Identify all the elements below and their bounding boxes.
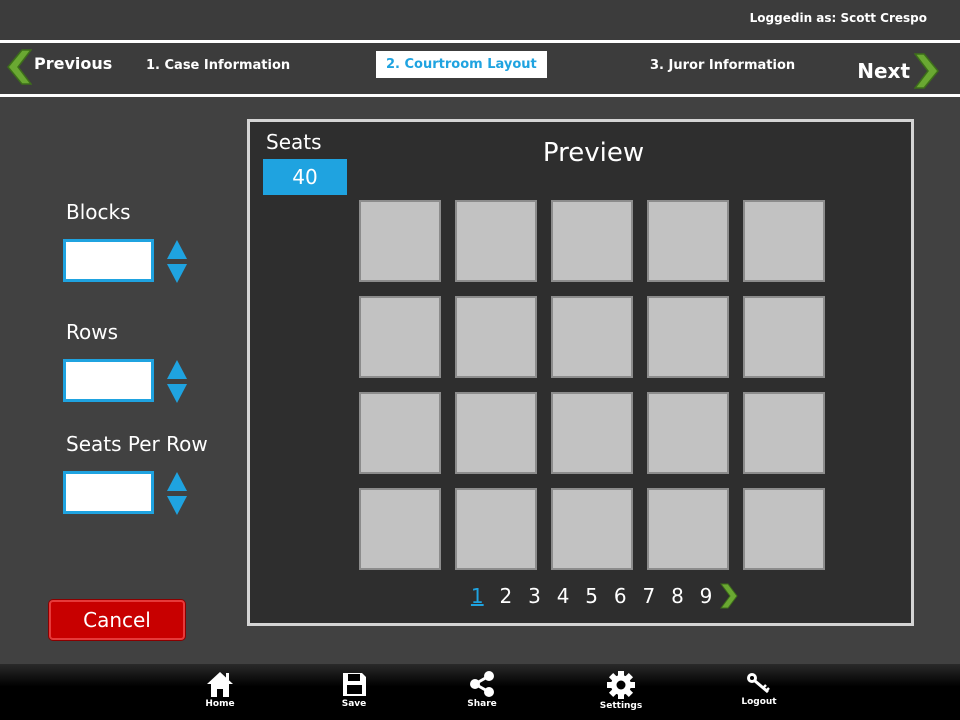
seat-tile[interactable] bbox=[551, 200, 633, 282]
seat-grid bbox=[359, 200, 825, 570]
bottom-toolbar: Home Save Share Settings Logout bbox=[0, 664, 960, 720]
arrow-up-icon[interactable] bbox=[166, 239, 188, 260]
settings-button[interactable]: Settings bbox=[589, 670, 653, 711]
seat-tile[interactable] bbox=[359, 488, 441, 570]
home-button[interactable]: Home bbox=[188, 670, 252, 709]
seat-tile[interactable] bbox=[743, 392, 825, 474]
arrow-down-icon[interactable] bbox=[166, 263, 188, 284]
arrow-down-icon[interactable] bbox=[166, 495, 188, 516]
seat-tile[interactable] bbox=[743, 296, 825, 378]
share-label: Share bbox=[467, 699, 497, 709]
cancel-button[interactable]: Cancel bbox=[49, 600, 185, 640]
rows-label: Rows bbox=[66, 320, 119, 344]
page-link-9[interactable]: 9 bbox=[692, 584, 721, 608]
seat-tile[interactable] bbox=[359, 200, 441, 282]
seats-per-row-label: Seats Per Row bbox=[66, 432, 208, 456]
rows-input[interactable] bbox=[63, 359, 154, 402]
blocks-stepper bbox=[166, 239, 188, 285]
seat-tile[interactable] bbox=[647, 392, 729, 474]
chevron-right-icon bbox=[914, 53, 939, 89]
save-button[interactable]: Save bbox=[322, 670, 386, 709]
seat-tile[interactable] bbox=[551, 296, 633, 378]
seats-per-row-input[interactable] bbox=[63, 471, 154, 514]
blocks-input[interactable] bbox=[63, 239, 154, 282]
save-label: Save bbox=[341, 699, 367, 709]
page-link-4[interactable]: 4 bbox=[549, 584, 578, 608]
share-button[interactable]: Share bbox=[450, 670, 514, 709]
home-icon bbox=[207, 672, 233, 697]
seat-tile[interactable] bbox=[455, 392, 537, 474]
page-link-6[interactable]: 6 bbox=[606, 584, 635, 608]
step-juror-information[interactable]: 3. Juror Information bbox=[650, 58, 795, 73]
seat-tile[interactable] bbox=[647, 488, 729, 570]
preview-title: Preview bbox=[542, 138, 645, 168]
seat-tile[interactable] bbox=[551, 392, 633, 474]
seat-tile[interactable] bbox=[359, 392, 441, 474]
seat-tile[interactable] bbox=[455, 488, 537, 570]
seat-tile[interactable] bbox=[551, 488, 633, 570]
logout-icon bbox=[747, 673, 770, 694]
chevron-left-icon bbox=[7, 49, 32, 85]
logout-label: Logout bbox=[741, 697, 777, 707]
pagination: 123456789 bbox=[463, 583, 738, 609]
seat-tile[interactable] bbox=[359, 296, 441, 378]
page-link-3[interactable]: 3 bbox=[520, 584, 549, 608]
arrow-up-icon[interactable] bbox=[166, 471, 188, 492]
seat-tile[interactable] bbox=[455, 200, 537, 282]
save-icon bbox=[343, 673, 366, 696]
page-link-8[interactable]: 8 bbox=[663, 584, 692, 608]
gear-icon bbox=[607, 671, 635, 699]
previous-label: Previous bbox=[34, 53, 113, 73]
page-link-1[interactable]: 1 bbox=[463, 584, 492, 608]
page-link-7[interactable]: 7 bbox=[635, 584, 664, 608]
seat-tile[interactable] bbox=[743, 488, 825, 570]
page-link-5[interactable]: 5 bbox=[577, 584, 606, 608]
wizard-nav: Previous 1. Case Information 2. Courtroo… bbox=[0, 40, 960, 97]
seat-tile[interactable] bbox=[647, 296, 729, 378]
seats-per-row-stepper bbox=[166, 471, 188, 517]
blocks-label: Blocks bbox=[66, 200, 131, 224]
settings-label: Settings bbox=[599, 701, 643, 711]
seat-tile[interactable] bbox=[743, 200, 825, 282]
arrow-up-icon[interactable] bbox=[166, 359, 188, 380]
next-label: Next bbox=[857, 59, 910, 83]
page-link-2[interactable]: 2 bbox=[492, 584, 521, 608]
arrow-down-icon[interactable] bbox=[166, 383, 188, 404]
step-case-information[interactable]: 1. Case Information bbox=[146, 58, 290, 73]
logout-button[interactable]: Logout bbox=[727, 670, 791, 707]
step-courtroom-layout[interactable]: 2. Courtroom Layout bbox=[376, 51, 547, 78]
top-bar: Loggedin as: Scott Crespo bbox=[0, 0, 960, 40]
preview-panel: Seats 40 Preview 123456789 bbox=[247, 119, 914, 626]
share-icon bbox=[470, 671, 494, 697]
rows-stepper bbox=[166, 359, 188, 405]
seat-tile[interactable] bbox=[647, 200, 729, 282]
chevron-right-icon[interactable] bbox=[720, 583, 738, 609]
seat-tile[interactable] bbox=[455, 296, 537, 378]
next-button[interactable]: Next bbox=[857, 53, 940, 89]
logged-in-text: Loggedin as: Scott Crespo bbox=[749, 11, 927, 25]
previous-button[interactable]: Previous bbox=[6, 49, 112, 85]
home-label: Home bbox=[205, 699, 235, 709]
